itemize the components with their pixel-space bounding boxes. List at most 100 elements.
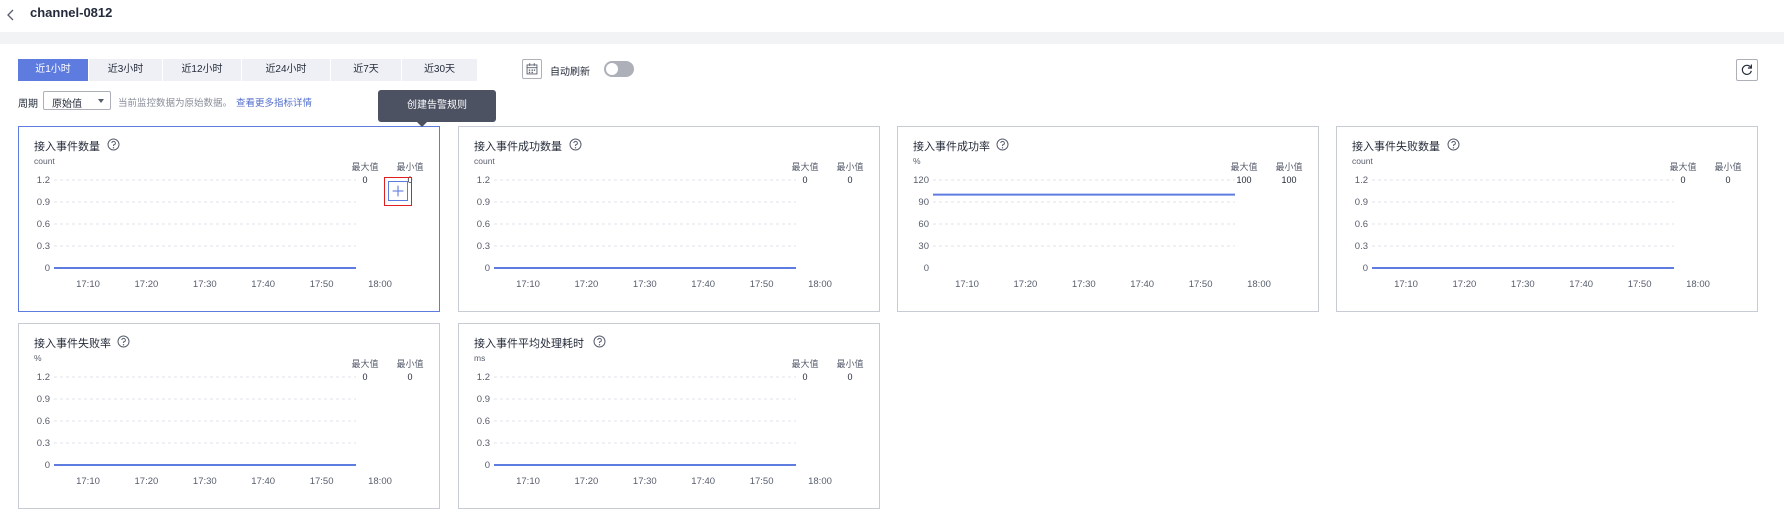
x-tick-label: 18:00 — [1686, 279, 1710, 290]
x-tick-label: 17:20 — [575, 279, 599, 290]
x-tick-label: 17:50 — [310, 279, 334, 290]
period-select[interactable]: 原始值 — [43, 91, 111, 110]
x-tick-label: 17:30 — [193, 476, 217, 487]
x-tick-label: 17:50 — [750, 279, 774, 290]
y-tick-label: 0.6 — [37, 219, 50, 230]
y-tick-label: 0 — [1363, 263, 1368, 274]
line-chart: 1.2 0.9 0.6 0.3 0 17:10 17:20 17:30 17:40 17:50 18… — [477, 175, 832, 290]
y-tick-label: 0.3 — [37, 438, 50, 449]
y-tick-label: 1.2 — [1355, 175, 1368, 186]
time-range-tabs: 近1小时 近3小时 近12小时 近24小时 近7天 近30天 — [18, 59, 478, 81]
x-tick-label: 17:40 — [691, 279, 715, 290]
y-tick-label: 0.3 — [477, 438, 490, 449]
x-tick-label: 18:00 — [808, 476, 832, 487]
line-chart: 1.2 0.9 0.6 0.3 0 17:10 17:20 17:30 17:40 17:50 18… — [477, 372, 832, 487]
y-tick-label: 0 — [924, 263, 929, 274]
y-tick-label: 0.6 — [477, 219, 490, 230]
x-tick-label: 17:10 — [1394, 279, 1418, 290]
x-tick-label: 17:30 — [1072, 279, 1096, 290]
x-tick-label: 17:20 — [135, 476, 159, 487]
x-tick-label: 17:50 — [1189, 279, 1213, 290]
x-tick-label: 17:10 — [76, 279, 100, 290]
page-header: channel-0812 — [0, 0, 1784, 32]
y-tick-label: 0 — [485, 460, 490, 471]
line-chart: 1.2 0.9 0.6 0.3 0 17:10 17:20 17:30 17:40 17:50 18… — [1355, 175, 1710, 290]
x-tick-label: 17:10 — [955, 279, 979, 290]
x-tick-label: 17:50 — [1628, 279, 1652, 290]
y-tick-label: 0.9 — [477, 394, 490, 405]
y-tick-label: 90 — [918, 197, 929, 208]
y-tick-label: 120 — [913, 175, 929, 186]
y-tick-label: 0.9 — [37, 197, 50, 208]
x-tick-label: 17:30 — [193, 279, 217, 290]
tab-30d[interactable]: 近30天 — [402, 59, 477, 81]
y-tick-label: 1.2 — [37, 175, 50, 186]
y-tick-label: 1.2 — [477, 372, 490, 383]
metric-card: 接入事件成功率 % 最大值 100 最小值 100 120 90 60 30 0 17:10 1… — [897, 126, 1319, 312]
y-tick-label: 1.2 — [37, 372, 50, 383]
period-value: 原始值 — [52, 99, 82, 110]
more-metrics-link[interactable]: 查看更多指标详情 — [236, 95, 312, 109]
data-source-note: 当前监控数据为原始数据。 — [118, 98, 233, 109]
line-chart: 1.2 0.9 0.6 0.3 0 17:10 17:20 17:30 17:40 17:50 18… — [37, 372, 392, 487]
x-tick-label: 17:40 — [251, 476, 275, 487]
x-tick-label: 17:40 — [691, 476, 715, 487]
auto-refresh-toggle[interactable] — [604, 61, 634, 77]
x-tick-label: 17:20 — [575, 476, 599, 487]
y-tick-label: 0.6 — [1355, 219, 1368, 230]
x-tick-label: 17:20 — [1014, 279, 1038, 290]
line-chart: 1.2 0.9 0.6 0.3 0 17:10 17:20 17:30 17:40 17:50 18… — [37, 175, 392, 290]
x-tick-label: 17:50 — [310, 476, 334, 487]
y-tick-label: 30 — [918, 241, 929, 252]
x-tick-label: 18:00 — [808, 279, 832, 290]
monitor-panel: 近1小时 近3小时 近12小时 近24小时 近7天 近30天 自动刷新 周期 原… — [0, 44, 1784, 523]
tooltip: 创建告警规则 — [378, 90, 496, 122]
tab-1h[interactable]: 近1小时 — [18, 59, 88, 81]
period-label: 周期 — [18, 99, 38, 110]
tooltip-arrow — [417, 122, 427, 127]
chevron-left-icon[interactable] — [4, 7, 18, 23]
chevron-down-icon — [98, 99, 104, 103]
x-tick-label: 17:30 — [1511, 279, 1535, 290]
metric-card: 接入事件失败数量 count 最大值 0 最小值 0 1.2 0.9 0.6 0.3 0 17… — [1336, 126, 1758, 312]
y-tick-label: 0.9 — [1355, 197, 1368, 208]
y-tick-label: 0.3 — [37, 241, 50, 252]
metric-card: 接入事件失败率 % 最大值 0 最小值 0 1.2 0.9 0.6 0.3 0 17:10 17… — [18, 323, 440, 509]
y-tick-label: 0.9 — [477, 197, 490, 208]
tab-24h[interactable]: 近24小时 — [242, 59, 330, 81]
y-tick-label: 0.6 — [37, 416, 50, 427]
metric-card: 接入事件成功数量 count 最大值 0 最小值 0 1.2 0.9 0.6 0.3 0 17… — [458, 126, 880, 312]
y-tick-label: 0 — [45, 263, 50, 274]
line-chart: 120 90 60 30 0 17:10 17:20 17:30 17:40 17:50 18:00 — [913, 175, 1271, 290]
metric-card: 接入事件平均处理耗时 ms 最大值 0 最小值 0 1.2 0.9 0.6 0.3 0 17:… — [458, 323, 880, 509]
y-tick-label: 60 — [918, 219, 929, 230]
auto-refresh-label: 自动刷新 — [550, 67, 590, 78]
x-tick-label: 18:00 — [1247, 279, 1271, 290]
x-tick-label: 18:00 — [368, 279, 392, 290]
x-tick-label: 17:30 — [633, 476, 657, 487]
x-tick-label: 17:20 — [135, 279, 159, 290]
x-tick-label: 17:20 — [1453, 279, 1477, 290]
x-tick-label: 17:50 — [750, 476, 774, 487]
y-tick-label: 0.3 — [477, 241, 490, 252]
plus-icon — [388, 181, 408, 201]
y-tick-label: 0.6 — [477, 416, 490, 427]
y-tick-label: 1.2 — [477, 175, 490, 186]
tab-3h[interactable]: 近3小时 — [89, 59, 162, 81]
x-tick-label: 17:10 — [516, 476, 540, 487]
page-title: channel-0812 — [30, 5, 113, 20]
x-tick-label: 17:40 — [251, 279, 275, 290]
tab-12h[interactable]: 近12小时 — [163, 59, 241, 81]
x-tick-label: 18:00 — [368, 476, 392, 487]
add-alarm-rule-button[interactable] — [384, 177, 412, 206]
calendar-icon[interactable] — [522, 59, 542, 79]
tab-7d[interactable]: 近7天 — [331, 59, 401, 81]
refresh-icon[interactable] — [1736, 59, 1758, 81]
y-tick-label: 0.9 — [37, 394, 50, 405]
toggle-knob — [606, 63, 618, 75]
y-tick-label: 0.3 — [1355, 241, 1368, 252]
x-tick-label: 17:40 — [1130, 279, 1154, 290]
x-tick-label: 17:30 — [633, 279, 657, 290]
metric-card: 接入事件数量 count 最大值 0 最小值 0 1.2 0.9 0.6 0.3 0 17:1… — [18, 126, 440, 312]
x-tick-label: 17:10 — [516, 279, 540, 290]
